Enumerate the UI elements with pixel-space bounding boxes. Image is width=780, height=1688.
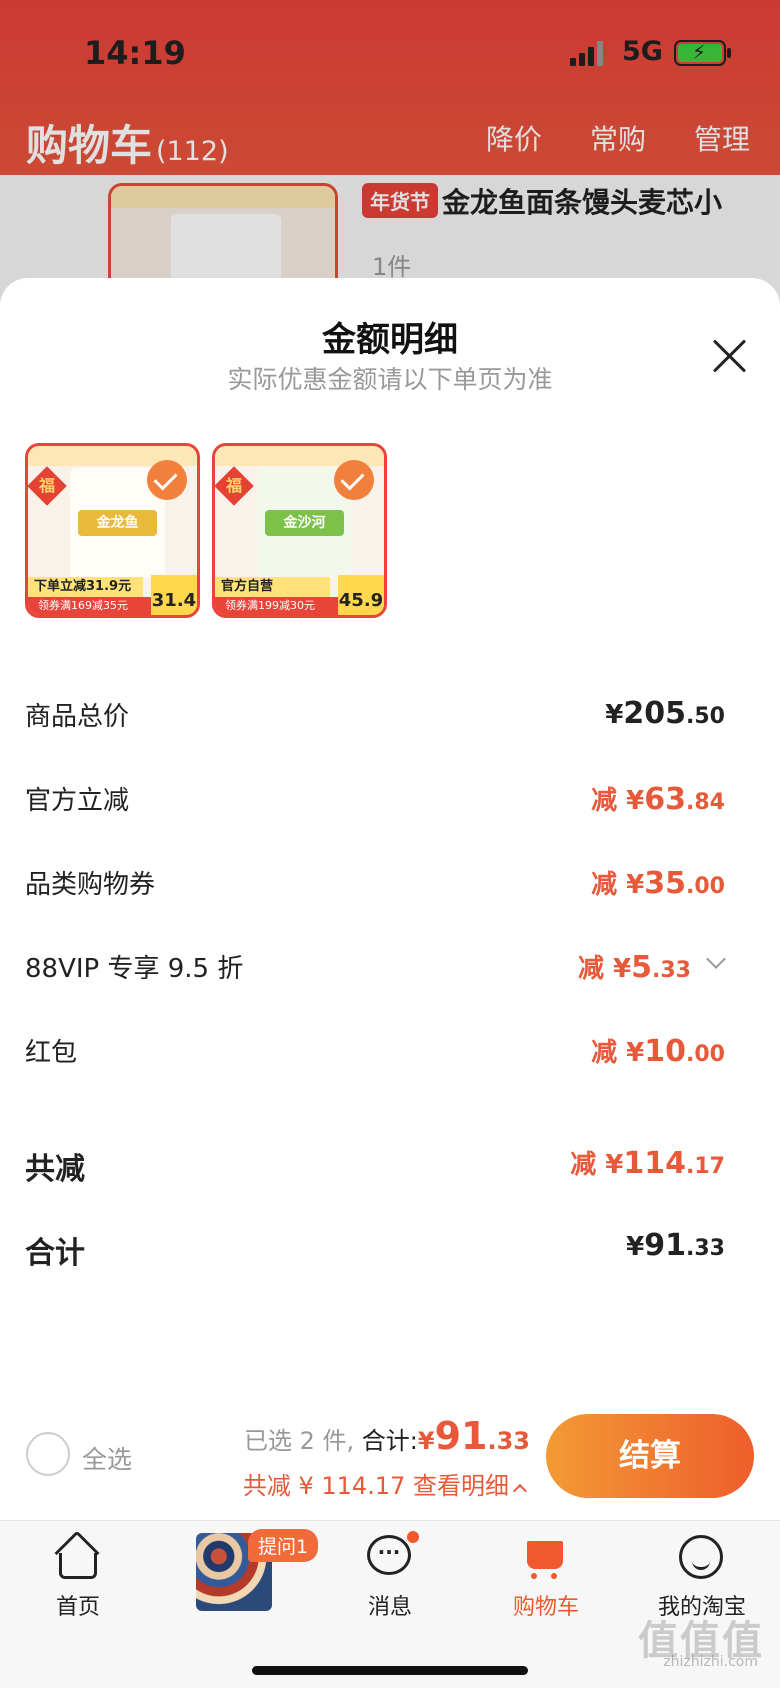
coupon-text: 领券满169减35元 (28, 597, 163, 615)
product-thumb[interactable]: 福 金龙鱼 下单立减31.9元 领券满169减35元 31.4 (25, 443, 200, 618)
breakdown-row: 商品总价 ¥205.50 (25, 696, 725, 746)
breakdown-row: 官方立减 减 ¥63.84 (25, 780, 725, 830)
vip-discount-row[interactable]: 88VIP 专享 9.5 折 减 ¥5.33 (25, 948, 726, 998)
sum-dec: .33 (487, 1427, 530, 1455)
ask-badge[interactable]: 提问1 (248, 1529, 319, 1562)
sum-label: 合计: (361, 1427, 418, 1455)
tab-label: 首页 (55, 1595, 100, 1620)
promo-text: 下单立减31.9元 (28, 577, 143, 597)
home-icon (53, 1530, 103, 1583)
home-indicator (252, 1666, 528, 1675)
watermark-url: zhizhizhi.com (663, 1654, 758, 1670)
row-value: 减 ¥10.00 (591, 1034, 725, 1069)
sheet-subtitle: 实际优惠金额请以下单页为准 (227, 365, 553, 394)
check-icon (147, 460, 187, 500)
select-all-label[interactable]: 全选 (82, 1440, 132, 1476)
thumb-price: 45.9 (338, 575, 384, 615)
tab-label: 购物车 (512, 1595, 579, 1620)
tab-cart[interactable]: 购物车 (468, 1533, 624, 1621)
breakdown-row: 红包 减 ¥10.00 (25, 1032, 725, 1082)
row-label: 官方立减 (25, 786, 130, 816)
fu-badge-icon: 福 (28, 466, 67, 506)
selected-count: 已选 2 件, (244, 1427, 355, 1455)
tab-messages[interactable]: ··· 消息 (312, 1531, 468, 1621)
row-label: 商品总价 (25, 702, 130, 732)
sheet-title: 金额明细 (322, 320, 458, 360)
row-label: 共减 (25, 1152, 85, 1187)
detail-text: 共减 ¥ 114.17 查看明细 (242, 1472, 509, 1500)
view-detail-link[interactable]: 共减 ¥ 114.17 查看明细 (242, 1466, 528, 1501)
unread-dot (407, 1531, 419, 1543)
modal-backdrop[interactable] (0, 0, 780, 315)
row-value: 减 ¥63.84 (591, 782, 725, 817)
coupon-text: 领券满199减30元 (215, 597, 350, 615)
package-brand: 金沙河 (265, 510, 344, 536)
total-reduce-row: 共减 减 ¥114.17 (25, 1144, 725, 1194)
sum-int: 91 (434, 1414, 488, 1458)
smile-icon (677, 1533, 727, 1583)
chevron-up-icon (512, 1483, 528, 1499)
row-label: 红包 (25, 1038, 78, 1068)
close-icon[interactable] (712, 338, 748, 374)
tab-label: 消息 (367, 1595, 412, 1620)
tab-home[interactable]: 首页 (0, 1530, 156, 1621)
package-brand: 金龙鱼 (78, 510, 157, 536)
promo-text: 官方自营 (215, 577, 330, 597)
checkout-summary: 已选 2 件, 合计:¥91.33 (244, 1414, 530, 1458)
checkout-bar: 全选 已选 2 件, 合计:¥91.33 共减 ¥ 114.17 查看明细 结算 (0, 1400, 780, 1520)
row-value: 减 ¥5.33 (578, 948, 726, 985)
row-value: 减 ¥35.00 (591, 866, 725, 901)
fu-badge-icon: 福 (215, 466, 254, 506)
row-value: ¥91.33 (626, 1228, 725, 1263)
cart-icon (521, 1533, 571, 1583)
message-icon: ··· (365, 1531, 419, 1583)
product-thumbnails: 福 金龙鱼 下单立减31.9元 领券满169减35元 31.4 福 金沙河 官方… (25, 443, 387, 618)
product-thumb[interactable]: 福 金沙河 官方自营 领券满199减30元 45.9 (212, 443, 387, 618)
row-label: 品类购物券 (25, 870, 156, 900)
checkout-button[interactable]: 结算 (546, 1414, 754, 1498)
total-row: 合计 ¥91.33 (25, 1228, 725, 1278)
row-value: ¥205.50 (605, 696, 725, 731)
select-all-radio[interactable] (26, 1432, 70, 1476)
breakdown-row: 品类购物券 减 ¥35.00 (25, 864, 725, 914)
row-label: 合计 (25, 1236, 85, 1271)
chevron-down-icon[interactable] (706, 949, 726, 969)
sum-currency: ¥ (417, 1427, 435, 1455)
thumb-price: 31.4 (151, 575, 197, 615)
row-label: 88VIP 专享 9.5 折 (25, 954, 244, 984)
row-value: 减 ¥114.17 (570, 1146, 725, 1181)
check-icon (334, 460, 374, 500)
